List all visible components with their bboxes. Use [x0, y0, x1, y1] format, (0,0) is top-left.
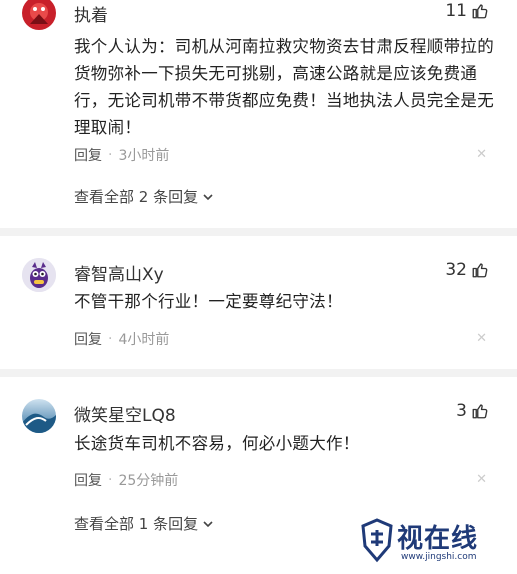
comment-meta: 回复 · 3小时前	[74, 145, 169, 165]
view-replies-label: 查看全部 2 条回复	[74, 188, 199, 206]
comment-item: 执着 11 我个人认为：司机从河南拉救灾物资去甘肃反程顺带拉的货物弥补一下损失无…	[0, 0, 517, 225]
comment-time: 25分钟前	[118, 473, 179, 489]
comment-text: 我个人认为：司机从河南拉救灾物资去甘肃反程顺带拉的货物弥补一下损失无可挑剔，高速…	[74, 37, 494, 137]
avatar-image	[22, 0, 56, 30]
comment-item: 睿智高山Xy 32 不管干那个行业！一定要尊纪守法！ 回复 · 4小时前 ✕	[0, 236, 517, 366]
avatar[interactable]	[22, 258, 56, 292]
comment-time: 4小时前	[118, 332, 170, 348]
avatar-image	[22, 258, 56, 292]
divider	[0, 228, 517, 236]
like-button[interactable]: 11	[445, 1, 489, 21]
thumbs-up-icon	[472, 263, 488, 278]
view-all-replies-link[interactable]: 查看全部 2 条回复	[74, 186, 214, 207]
watermark: 视在线 www.jingshi.com	[357, 516, 507, 568]
comment-time: 3小时前	[118, 148, 170, 164]
comment-text: 长途货车司机不容易，何必小题大作！	[74, 434, 360, 453]
separator-dot: ·	[108, 331, 113, 347]
like-count: 32	[445, 260, 467, 280]
reply-button[interactable]: 回复	[74, 329, 102, 349]
thumbs-up-icon	[472, 404, 488, 419]
comment-text: 不管干那个行业！一定要尊纪守法！	[74, 292, 343, 311]
view-all-replies-link[interactable]: 查看全部 1 条回复	[74, 513, 214, 534]
comment-meta: 回复 · 25分钟前	[74, 470, 178, 490]
thumbs-up-icon	[472, 4, 488, 19]
reply-button[interactable]: 回复	[74, 145, 102, 165]
comment-username[interactable]: 微笑星空LQ8	[74, 401, 176, 426]
close-icon[interactable]: ✕	[476, 472, 487, 487]
chevron-down-icon	[203, 520, 213, 527]
like-count: 11	[445, 1, 467, 21]
close-icon[interactable]: ✕	[476, 331, 487, 346]
close-icon[interactable]: ✕	[476, 147, 487, 162]
police-badge-icon	[361, 518, 393, 563]
divider	[0, 369, 517, 377]
comment-username[interactable]: 执着	[74, 1, 108, 26]
like-count: 3	[456, 401, 467, 421]
separator-dot: ·	[108, 472, 113, 488]
watermark-url: www.jingshi.com	[401, 552, 477, 562]
comment-meta: 回复 · 4小时前	[74, 329, 169, 349]
comment-username[interactable]: 睿智高山Xy	[74, 260, 164, 285]
avatar[interactable]	[22, 399, 56, 433]
watermark-text: 视在线	[397, 524, 479, 554]
like-button[interactable]: 3	[456, 401, 489, 421]
view-replies-label: 查看全部 1 条回复	[74, 515, 199, 533]
avatar-image	[22, 399, 56, 433]
avatar[interactable]	[22, 0, 56, 30]
separator-dot: ·	[108, 147, 113, 163]
like-button[interactable]: 32	[445, 260, 489, 280]
chevron-down-icon	[203, 193, 213, 200]
reply-button[interactable]: 回复	[74, 470, 102, 490]
